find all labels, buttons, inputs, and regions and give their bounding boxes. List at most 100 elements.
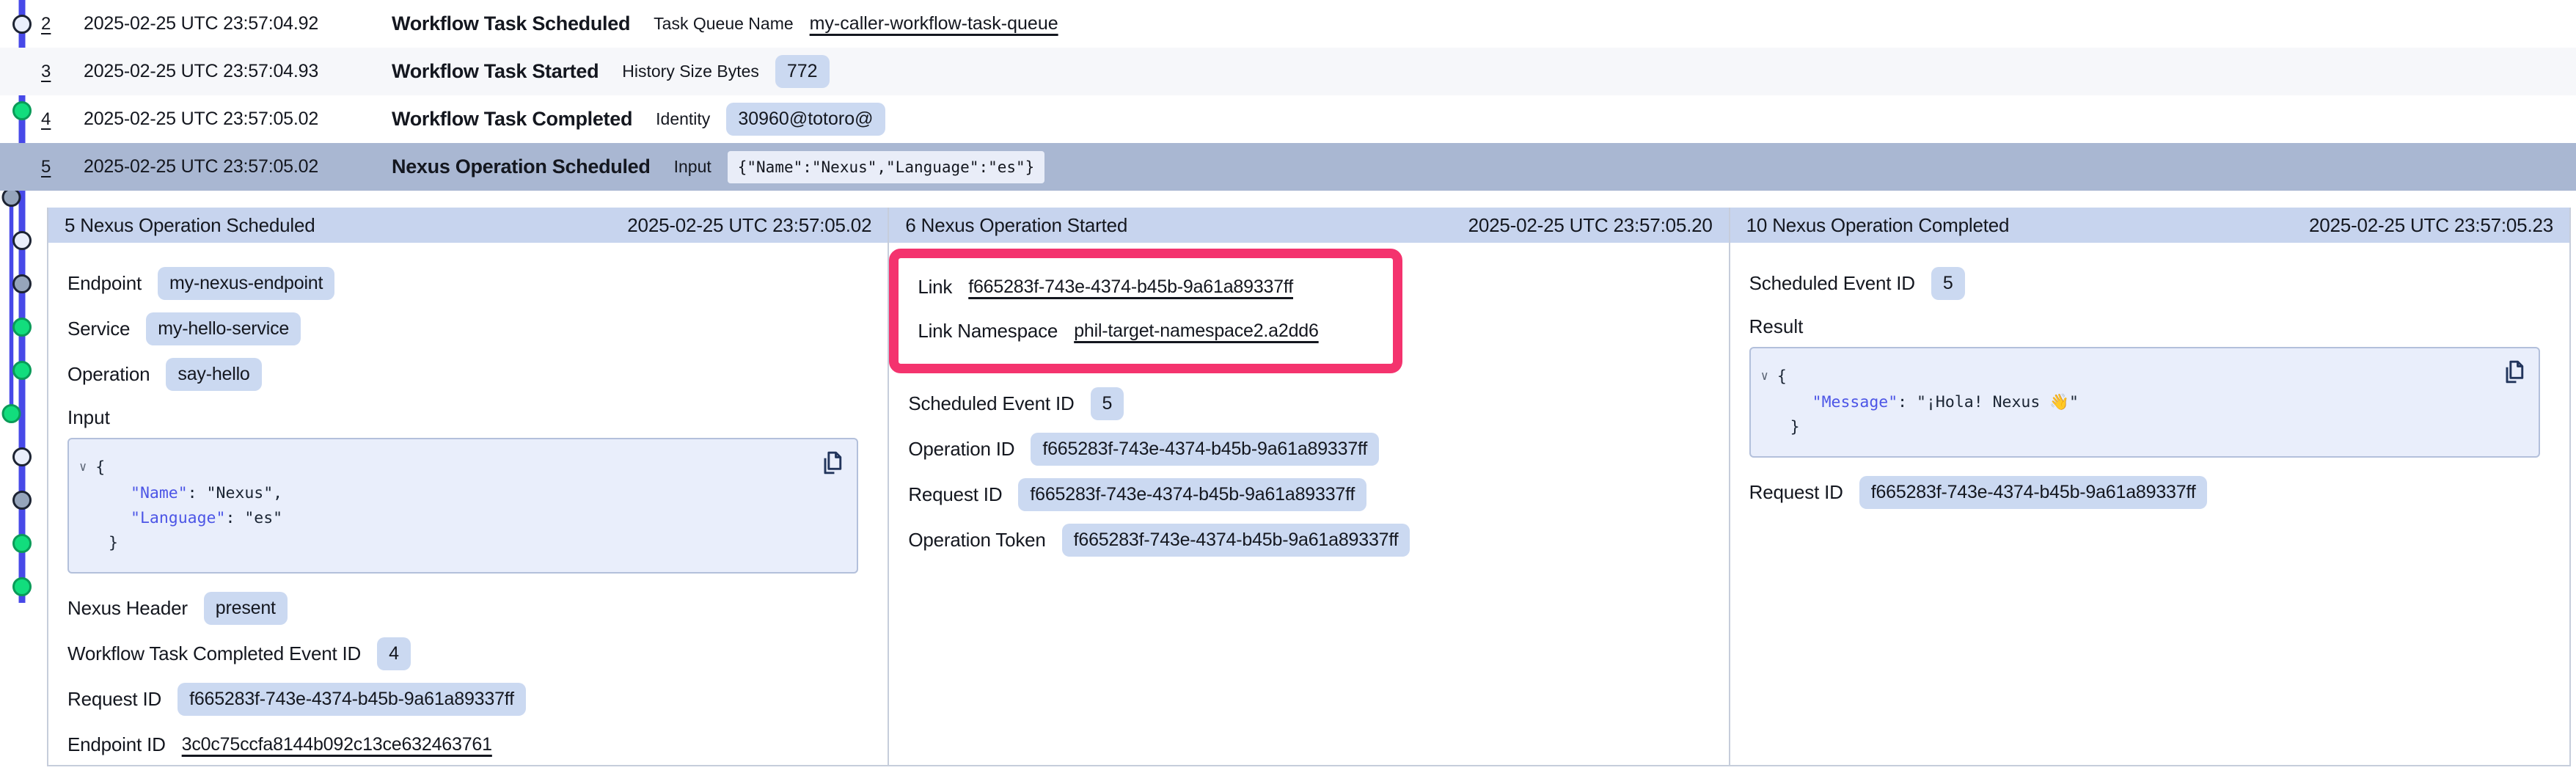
detail-row: Workflow Task Completed Event ID 4 (67, 637, 868, 670)
event-field-value-badge: 30960@totoro@ (726, 103, 885, 136)
event-name: Nexus Operation Scheduled (392, 155, 651, 178)
detail-field-label: Nexus Header (67, 597, 188, 620)
timeline-node-completed[interactable] (14, 535, 31, 552)
detail-row: Endpoint my-nexus-endpoint (67, 266, 868, 300)
panel-timestamp: 2025-02-25 UTC 23:57:05.02 (627, 214, 871, 237)
timeline-node-started[interactable] (3, 189, 20, 206)
detail-field-value-badge: 5 (1931, 267, 1965, 300)
json-text: { (1777, 367, 1787, 386)
json-line: } (79, 531, 839, 556)
annotation-highlight-box: Link f665283f-743e-4374-b45b-9a61a89337ff… (889, 249, 1402, 373)
timeline-node-started[interactable] (14, 492, 31, 509)
detail-field-label: Scheduled Event ID (908, 392, 1074, 415)
event-row-list: 2 2025-02-25 UTC 23:57:04.92 Workflow Task… (0, 0, 2576, 191)
event-row[interactable]: 22025-02-25 UTC 23:57:04.92Workflow Task… (0, 0, 2576, 48)
detail-field-value-badge: present (204, 592, 288, 625)
detail-field-label: Endpoint ID (67, 733, 166, 756)
detail-row: Operation say-hello (67, 357, 868, 391)
detail-field-label: Request ID (67, 688, 161, 711)
event-detail-panel: 5 Nexus Operation Scheduled 2025-02-25 UT… (48, 208, 888, 765)
event-timestamp: 2025-02-25 UTC 23:57:04.92 (84, 13, 392, 34)
event-row[interactable]: 32025-02-25 UTC 23:57:04.93Workflow Task… (0, 48, 2576, 95)
event-field-value-code: {"Name":"Nexus","Language":"es"} (728, 151, 1045, 183)
detail-row: Link f665283f-743e-4374-b45b-9a61a89337ff (918, 270, 1371, 304)
panel-title: 5 Nexus Operation Scheduled (65, 214, 315, 237)
copy-icon[interactable] (2500, 359, 2527, 386)
json-line: "Language": "es" (79, 506, 839, 531)
event-number-link[interactable]: 3 (41, 62, 51, 81)
detail-row: Operation ID f665283f-743e-4374-b45b-9a61… (908, 432, 1709, 466)
detail-field-label: Link (918, 276, 952, 298)
detail-field-label: Input (67, 404, 868, 431)
json-key: "Language" (131, 509, 225, 527)
detail-field-label: Operation ID (908, 438, 1014, 461)
detail-row: Scheduled Event ID 5 (1749, 266, 2550, 300)
event-number-link[interactable]: 4 (41, 109, 51, 129)
panel-title: 10 Nexus Operation Completed (1746, 214, 2010, 237)
detail-field-value-link[interactable]: phil-target-namespace2.a2dd6 (1074, 320, 1319, 342)
json-text: } (1790, 418, 1800, 436)
event-timestamp: 2025-02-25 UTC 23:57:05.02 (84, 156, 392, 177)
timeline-node-completed[interactable] (14, 319, 31, 336)
detail-field-value-badge: 5 (1091, 387, 1124, 420)
detail-field-value-badge: my-nexus-endpoint (158, 267, 334, 300)
event-detail-panel: 10 Nexus Operation Completed2025-02-25 U… (1729, 208, 2569, 765)
json-line: ∨{ (1761, 364, 2521, 390)
json-text: { (95, 458, 105, 477)
detail-row: Request IDf665283f-743e-4374-b45b-9a61a8… (1749, 475, 2550, 509)
event-timestamp: 2025-02-25 UTC 23:57:05.02 (84, 109, 392, 130)
event-field-label: History Size Bytes (622, 62, 759, 81)
collapse-chevron-icon[interactable]: ∨ (1761, 364, 1768, 389)
detail-field-label: Endpoint (67, 272, 142, 295)
event-number-link[interactable]: 5 (41, 157, 51, 177)
event-name: Workflow Task Completed (392, 108, 632, 131)
event-number: 5 (41, 157, 84, 177)
detail-field-label: Workflow Task Completed Event ID (67, 642, 361, 665)
json-text: } (109, 534, 118, 552)
json-line: } (1761, 415, 2521, 440)
event-number-link[interactable]: 2 (41, 14, 51, 34)
detail-field-label: Result (1749, 313, 2550, 340)
detail-row: Link Namespace phil-target-namespace2.a2d… (918, 314, 1371, 348)
event-row[interactable]: 4 2025-02-25 UTC 23:57:05.02Workflow Task… (0, 95, 2576, 143)
detail-row: Operation Tokenf665283f-743e-4374-b45b-9… (908, 523, 1709, 557)
timeline-node-scheduled[interactable] (14, 232, 31, 249)
panel-timestamp: 2025-02-25 UTC 23:57:05.20 (1468, 214, 1713, 237)
timeline-node-completed[interactable] (3, 406, 20, 422)
panel-body: Scheduled Event ID5Result∨{"Message": "¡… (1730, 243, 2569, 509)
event-number: 4 (41, 109, 84, 130)
json-text: : "es" (225, 509, 282, 527)
collapse-chevron-icon[interactable]: ∨ (79, 455, 87, 480)
panel-body: Endpointmy-nexus-endpointServicemy-hello… (48, 243, 888, 761)
detail-field-value-badge: 4 (377, 637, 411, 670)
event-number: 2 (41, 14, 84, 34)
timeline-node-completed[interactable] (14, 362, 31, 379)
detail-field-value-badge: my-hello-service (146, 312, 301, 345)
event-field-value-link[interactable]: my-caller-workflow-task-queue (810, 13, 1058, 34)
detail-field-label: Scheduled Event ID (1749, 272, 1915, 295)
timeline-node-scheduled[interactable] (14, 449, 31, 466)
timeline-node-started[interactable] (14, 276, 31, 293)
detail-field-value-link[interactable]: 3c0c75ccfa8144b092c13ce632463761 (182, 734, 492, 755)
detail-field-label: Operation (67, 363, 150, 386)
detail-field-value-badge: f665283f-743e-4374-b45b-9a61a89337ff (1031, 433, 1379, 466)
json-text: : "Nexus", (188, 484, 282, 502)
event-name: Workflow Task Started (392, 60, 599, 83)
json-key: "Name" (131, 484, 188, 502)
json-line: "Message": "¡Hola! Nexus 👋" (1761, 390, 2521, 415)
json-line: ∨{ (79, 455, 839, 481)
detail-field-label: Link Namespace (918, 320, 1058, 342)
timeline-node-completed[interactable] (14, 579, 31, 596)
detail-field-value-badge: f665283f-743e-4374-b45b-9a61a89337ff (178, 683, 526, 716)
detail-field-value-badge: f665283f-743e-4374-b45b-9a61a89337ff (1859, 476, 2208, 509)
detail-row: Nexus Header present (67, 591, 868, 625)
panel-header: 5 Nexus Operation Scheduled 2025-02-25 UT… (48, 208, 888, 243)
detail-field-value-badge: say-hello (166, 358, 261, 391)
event-detail-panel: 6 Nexus Operation Started2025-02-25 UTC … (888, 208, 1728, 765)
event-row[interactable]: 5 2025-02-25 UTC 23:57:05.02Nexus Operati… (0, 143, 2576, 191)
detail-field-value-link[interactable]: f665283f-743e-4374-b45b-9a61a89337ff (968, 276, 1293, 298)
event-field-label: Task Queue Name (654, 14, 793, 34)
panel-body: Link f665283f-743e-4374-b45b-9a61a89337ff… (889, 243, 1728, 557)
copy-icon[interactable] (819, 450, 845, 477)
json-code-block: ∨{"Message": "¡Hola! Nexus 👋"} (1749, 347, 2540, 458)
